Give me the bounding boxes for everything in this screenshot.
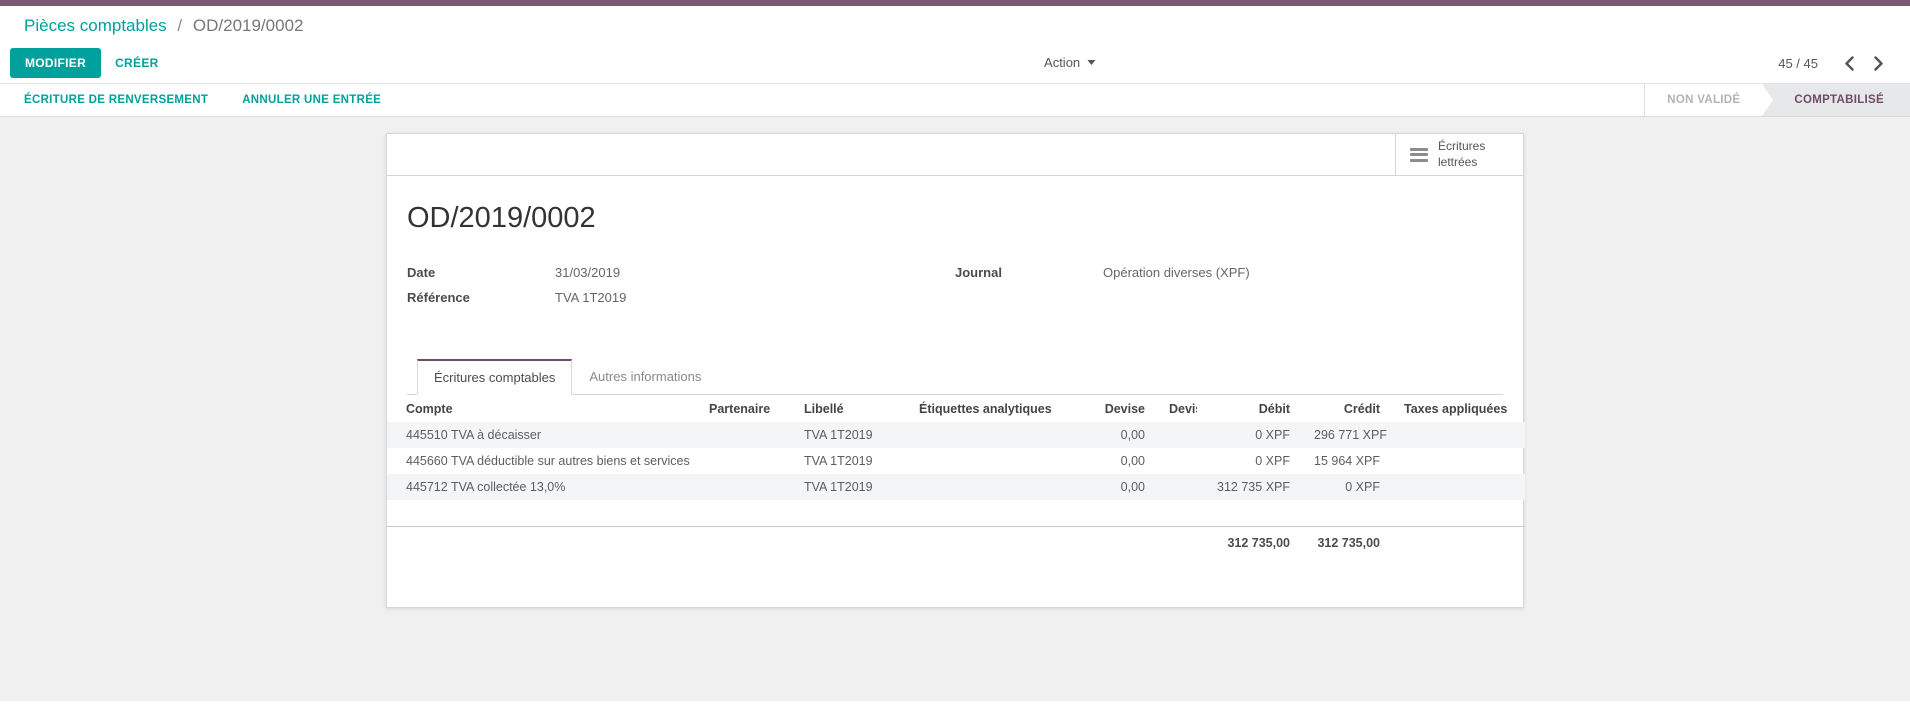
total-credit: 312 735,00 xyxy=(1302,526,1392,559)
status-step-comptabilise[interactable]: COMPTABILISÉ xyxy=(1762,84,1910,116)
breadcrumb-parent-link[interactable]: Pièces comptables xyxy=(24,16,167,35)
ecritures-lettrees-button[interactable]: Écritures lettrées xyxy=(1395,134,1523,175)
table-header-row: Compte Partenaire Libellé Étiquettes ana… xyxy=(387,395,1525,422)
ecritures-lettrees-label-line1: Écritures xyxy=(1438,139,1485,155)
reference-label: Référence xyxy=(407,290,555,305)
cell-devise-1[interactable]: 0,00 xyxy=(1072,448,1157,474)
form-sheet: Écritures lettrées OD/2019/0002 Date 31/… xyxy=(386,133,1524,608)
control-panel: MODIFIER CRÉER Action 45 / 45 xyxy=(0,43,1910,83)
document-title: OD/2019/0002 xyxy=(407,202,1503,235)
cell-libelle[interactable]: TVA 1T2019 xyxy=(792,474,907,500)
empty-row xyxy=(387,500,1525,526)
ecriture-de-renversement-button[interactable]: ÉCRITURE DE RENVERSEMENT xyxy=(24,94,208,106)
cell-compte[interactable]: 445510 TVA à décaisser xyxy=(387,422,697,448)
cell-partenaire[interactable] xyxy=(697,448,792,474)
column-header-taxes[interactable]: Taxes appliquées xyxy=(1392,395,1525,422)
sheet-button-box: Écritures lettrées xyxy=(387,134,1523,176)
ecritures-lettrees-label-line2: lettrées xyxy=(1438,155,1485,171)
pager-counter: 45 / 45 xyxy=(1778,56,1818,71)
cell-debit[interactable]: 312 735 XPF xyxy=(1197,474,1302,500)
cell-devise-2[interactable] xyxy=(1157,422,1197,448)
date-label: Date xyxy=(407,265,555,280)
modifier-button[interactable]: MODIFIER xyxy=(10,48,101,78)
cell-taxes[interactable] xyxy=(1392,448,1525,474)
tab-ecritures-comptables[interactable]: Écritures comptables xyxy=(417,359,572,395)
caret-down-icon xyxy=(1087,60,1095,65)
journal-value: Opération diverses (XPF) xyxy=(1103,265,1250,280)
column-header-partenaire[interactable]: Partenaire xyxy=(697,395,792,422)
cell-taxes[interactable] xyxy=(1392,474,1525,500)
breadcrumb: Pièces comptables / OD/2019/0002 xyxy=(0,6,1910,43)
column-header-debit[interactable]: Débit xyxy=(1197,395,1302,422)
cell-compte[interactable]: 445712 TVA collectée 13,0% xyxy=(387,474,697,500)
tab-autres-informations[interactable]: Autres informations xyxy=(572,359,718,394)
cell-libelle[interactable]: TVA 1T2019 xyxy=(792,448,907,474)
journal-items-table: Compte Partenaire Libellé Étiquettes ana… xyxy=(387,395,1525,559)
column-header-etiquettes[interactable]: Étiquettes analytiques xyxy=(907,395,1072,422)
breadcrumb-current: OD/2019/0002 xyxy=(193,16,304,35)
content-area: Écritures lettrées OD/2019/0002 Date 31/… xyxy=(0,117,1910,701)
cell-credit[interactable]: 296 771 XPF xyxy=(1302,422,1392,448)
status-step-non-valide[interactable]: NON VALIDÉ xyxy=(1644,84,1762,116)
table-row[interactable]: 445712 TVA collectée 13,0% TVA 1T2019 0,… xyxy=(387,474,1525,500)
pager-previous-button[interactable] xyxy=(1842,54,1857,73)
column-header-credit[interactable]: Crédit xyxy=(1302,395,1392,422)
cell-partenaire[interactable] xyxy=(697,422,792,448)
cell-devise-1[interactable]: 0,00 xyxy=(1072,474,1157,500)
cell-etiquettes[interactable] xyxy=(907,474,1072,500)
cell-taxes[interactable] xyxy=(1392,422,1525,448)
table-row[interactable]: 445510 TVA à décaisser TVA 1T2019 0,00 0… xyxy=(387,422,1525,448)
ecritures-lettrees-label: Écritures lettrées xyxy=(1438,139,1485,170)
notebook-tabs: Écritures comptables Autres informations xyxy=(407,359,1503,395)
cell-devise-1[interactable]: 0,00 xyxy=(1072,422,1157,448)
cell-devise-2[interactable] xyxy=(1157,448,1197,474)
cell-partenaire[interactable] xyxy=(697,474,792,500)
cell-compte[interactable]: 445660 TVA déductible sur autres biens e… xyxy=(387,448,697,474)
column-header-compte[interactable]: Compte xyxy=(387,395,697,422)
column-header-libelle[interactable]: Libellé xyxy=(792,395,907,422)
table-row[interactable]: 445660 TVA déductible sur autres biens e… xyxy=(387,448,1525,474)
date-value: 31/03/2019 xyxy=(555,265,620,280)
hamburger-menu-icon xyxy=(1410,145,1428,164)
cell-etiquettes[interactable] xyxy=(907,422,1072,448)
chevron-left-icon xyxy=(1844,56,1855,71)
total-debit: 312 735,00 xyxy=(1197,526,1302,559)
totals-row: 312 735,00 312 735,00 xyxy=(387,526,1525,559)
field-group: Date 31/03/2019 Référence TVA 1T2019 Jou… xyxy=(407,265,1503,315)
statusbar: ÉCRITURE DE RENVERSEMENT ANNULER UNE ENT… xyxy=(0,83,1910,117)
annuler-une-entree-button[interactable]: ANNULER UNE ENTRÉE xyxy=(242,94,381,106)
status-steps: NON VALIDÉ COMPTABILISÉ xyxy=(1644,84,1910,116)
cell-debit[interactable]: 0 XPF xyxy=(1197,422,1302,448)
action-dropdown-label: Action xyxy=(1044,55,1080,70)
column-header-devise-2[interactable]: Devise xyxy=(1157,395,1197,422)
breadcrumb-separator: / xyxy=(177,16,182,35)
chevron-right-icon xyxy=(1873,56,1884,71)
column-header-devise-1[interactable]: Devise xyxy=(1072,395,1157,422)
cell-libelle[interactable]: TVA 1T2019 xyxy=(792,422,907,448)
creer-button[interactable]: CRÉER xyxy=(101,48,173,78)
action-dropdown[interactable]: Action xyxy=(1044,55,1095,70)
cell-credit[interactable]: 0 XPF xyxy=(1302,474,1392,500)
reference-value: TVA 1T2019 xyxy=(555,290,626,305)
cell-debit[interactable]: 0 XPF xyxy=(1197,448,1302,474)
pager-next-button[interactable] xyxy=(1871,54,1886,73)
journal-label: Journal xyxy=(955,265,1103,280)
cell-devise-2[interactable] xyxy=(1157,474,1197,500)
cell-credit[interactable]: 15 964 XPF xyxy=(1302,448,1392,474)
cell-etiquettes[interactable] xyxy=(907,448,1072,474)
